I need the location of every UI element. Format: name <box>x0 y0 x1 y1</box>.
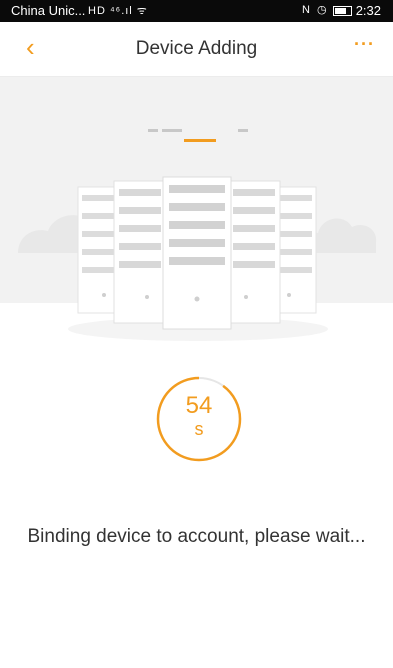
status-bar: China Unic... HD ⁴⁶.ıl ᯤ N ◷ 2:32 <box>0 0 393 22</box>
carrier-name: China Unic... <box>11 3 86 18</box>
countdown-unit: s <box>194 419 204 439</box>
binding-status-message: Binding device to account, please wait..… <box>27 526 366 547</box>
countdown-timer: 54 s <box>155 375 243 463</box>
battery-icon <box>333 6 353 16</box>
countdown-value: 54 <box>185 392 213 419</box>
alarm-icon: N ◷ <box>302 4 329 16</box>
status-time: 2:32 <box>333 3 381 18</box>
signal-icon: HD ⁴⁶.ıl ᯤ <box>88 5 148 17</box>
server-illustration <box>0 77 393 347</box>
clock-time: 2:32 <box>355 3 381 18</box>
header: ‹ Device Adding ··· <box>0 22 393 77</box>
server-rack-icon <box>18 129 377 341</box>
more-icon[interactable]: ··· <box>354 34 375 55</box>
page-title: Device Adding <box>135 38 258 59</box>
